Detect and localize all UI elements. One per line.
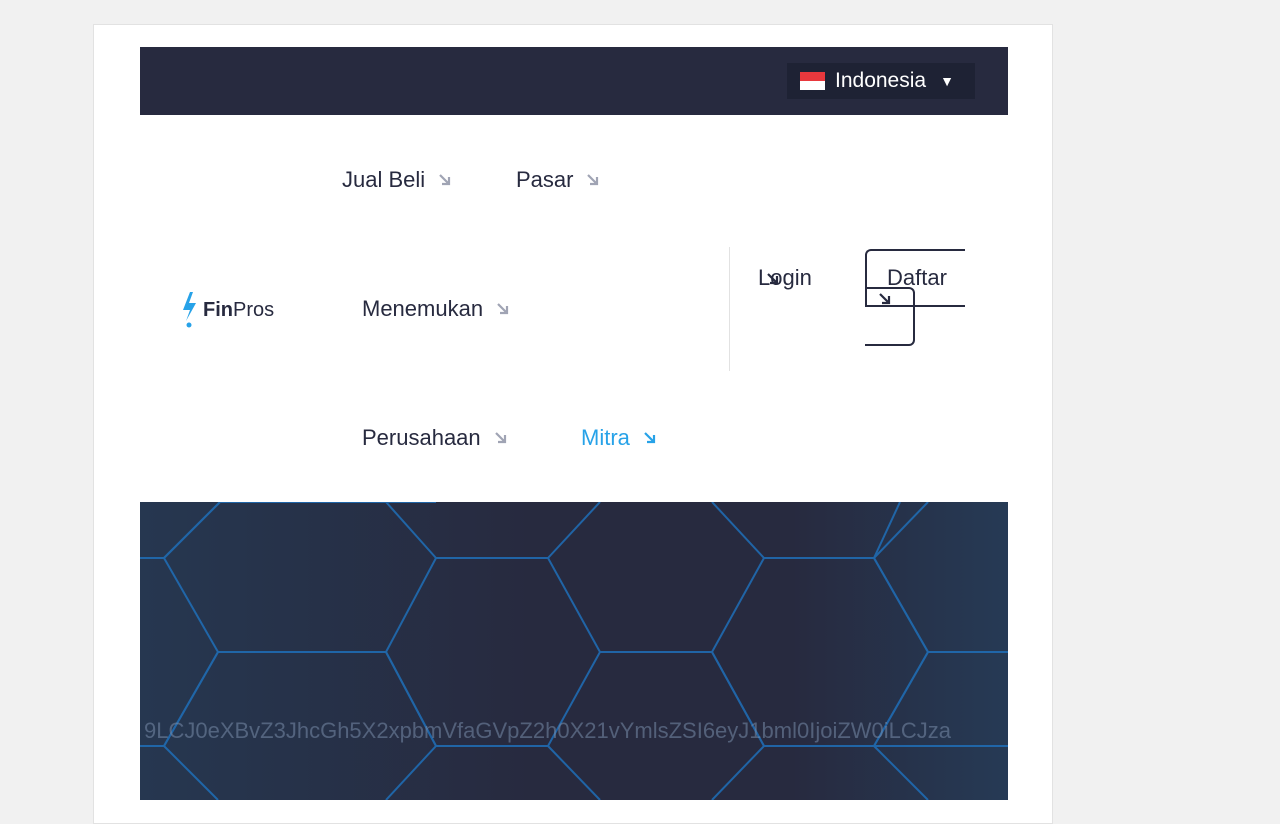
hexagon-pattern [140, 502, 1008, 800]
finpros-logo[interactable]: Fin Pros [182, 292, 274, 328]
nav-item-label: Mitra [581, 425, 630, 450]
nav-item-perusahaan[interactable]: Perusahaan [362, 425, 508, 451]
logo-text-fin: Fin [203, 298, 233, 321]
indonesia-flag-icon [800, 72, 825, 90]
register-button-label[interactable]: Daftar [887, 265, 947, 291]
nav-item-label: Pasar [516, 167, 574, 192]
arrow-down-right-icon [879, 293, 891, 305]
nav-item-pasar[interactable]: Pasar [516, 167, 600, 193]
arrow-down-right-icon [644, 432, 655, 444]
hero-token-text: 9LCJ0eXBvZ3JhcGh5X2xpbmVfaGVpZ2h0X21vYml… [144, 718, 952, 743]
nav-item-menemukan[interactable]: Menemukan [362, 296, 510, 322]
nav-divider [729, 247, 730, 371]
nav-item-jual-beli[interactable]: Jual Beli [342, 167, 452, 193]
nav-item-label: Perusahaan [362, 425, 481, 450]
hero-banner: 9LCJ0eXBvZ3JhcGh5X2xpbmVfaGVpZ2h0X21vYml… [140, 502, 1008, 800]
logo-text-pros: Pros [233, 298, 275, 321]
nav-item-mitra[interactable]: Mitra [581, 425, 657, 451]
language-selector[interactable]: Indonesia ▼ [787, 63, 975, 99]
arrow-down-right-icon [587, 174, 599, 186]
arrow-down-right-icon [497, 303, 509, 315]
arrow-down-right-icon [767, 273, 779, 285]
arrow-down-right-icon [494, 432, 506, 444]
nav-item-label: Menemukan [362, 296, 484, 321]
nav-item-label: Jual Beli [342, 167, 426, 192]
lightning-bolt-icon [183, 292, 196, 328]
language-label: Indonesia [835, 69, 927, 92]
arrow-down-right-icon [439, 174, 451, 186]
caret-down-icon: ▼ [940, 73, 954, 89]
